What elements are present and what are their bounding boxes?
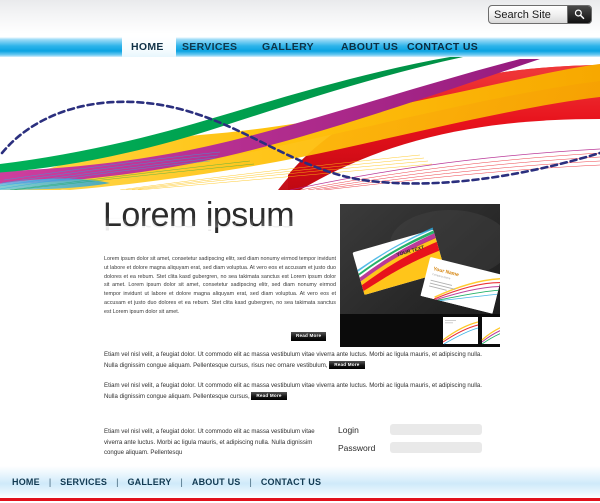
password-row: Password (338, 442, 498, 453)
footer-item-home[interactable]: HOME (12, 477, 40, 487)
footer-item-services[interactable]: SERVICES (60, 477, 107, 487)
content-paragraph-bottom: Etiam vel nisl velit, a feugiat dolor. U… (104, 428, 315, 457)
paragraph-1-text: Etiam vel nisl velit, a feugiat dolor. U… (104, 351, 482, 369)
lead-paragraph: Lorem ipsum dolor sit amet, consetetur s… (104, 256, 336, 315)
nav-item-home[interactable]: HOME (131, 41, 164, 53)
search-input[interactable] (489, 6, 567, 23)
footer-separator: | (180, 477, 183, 487)
footer-navigation-bar: HOME | SERVICES | GALLERY | ABOUT US | C… (0, 466, 600, 498)
login-row: Login (338, 424, 498, 435)
footer-separator: | (48, 477, 52, 487)
page-root: HOME SERVICES GALLERY ABOUT US CONTACT U… (0, 0, 600, 503)
paragraph-2-text: Etiam vel nisl velit, a feugiat dolor. U… (104, 382, 482, 400)
login-form: Login Password (338, 424, 498, 460)
search-box[interactable] (488, 5, 592, 24)
magnifier-icon (574, 9, 585, 20)
read-more-button-1[interactable]: Read More (329, 360, 365, 370)
nav-item-gallery[interactable]: GALLERY (262, 41, 314, 53)
footer-item-gallery[interactable]: GALLERY (127, 477, 171, 487)
footer-item-contact-us[interactable]: CONTACT US (261, 477, 321, 487)
page-title: Lorem ipsum (103, 196, 295, 234)
footer-item-about-us[interactable]: ABOUT US (192, 477, 241, 487)
login-label: Login (338, 424, 359, 435)
read-more-label: Read More (291, 332, 327, 342)
read-more-button-lead[interactable]: Read More (291, 328, 327, 346)
content-paragraph-2: Etiam vel nisl velit, a feugiat dolor. U… (104, 381, 490, 402)
login-input[interactable] (390, 424, 482, 435)
password-input[interactable] (390, 442, 482, 453)
main-navigation: HOME SERVICES GALLERY ABOUT US CONTACT U… (0, 37, 600, 57)
footer-navigation: HOME | SERVICES | GALLERY | ABOUT US | C… (0, 477, 321, 487)
footer-separator: | (116, 477, 119, 487)
footer-separator: | (249, 477, 252, 487)
nav-item-contact-us[interactable]: CONTACT US (407, 41, 478, 53)
nav-item-services[interactable]: SERVICES (182, 41, 237, 53)
hero-banner-graphic (0, 57, 600, 190)
promo-image: YOUR TEXT Your Name Company Name (340, 204, 500, 347)
read-more-button-2[interactable]: Read More (251, 391, 287, 401)
password-label: Password (338, 442, 376, 453)
content-paragraph-1: Etiam vel nisl velit, a feugiat dolor. U… (104, 350, 490, 371)
search-button[interactable] (567, 6, 591, 23)
nav-item-about-us[interactable]: ABOUT US (341, 41, 398, 53)
